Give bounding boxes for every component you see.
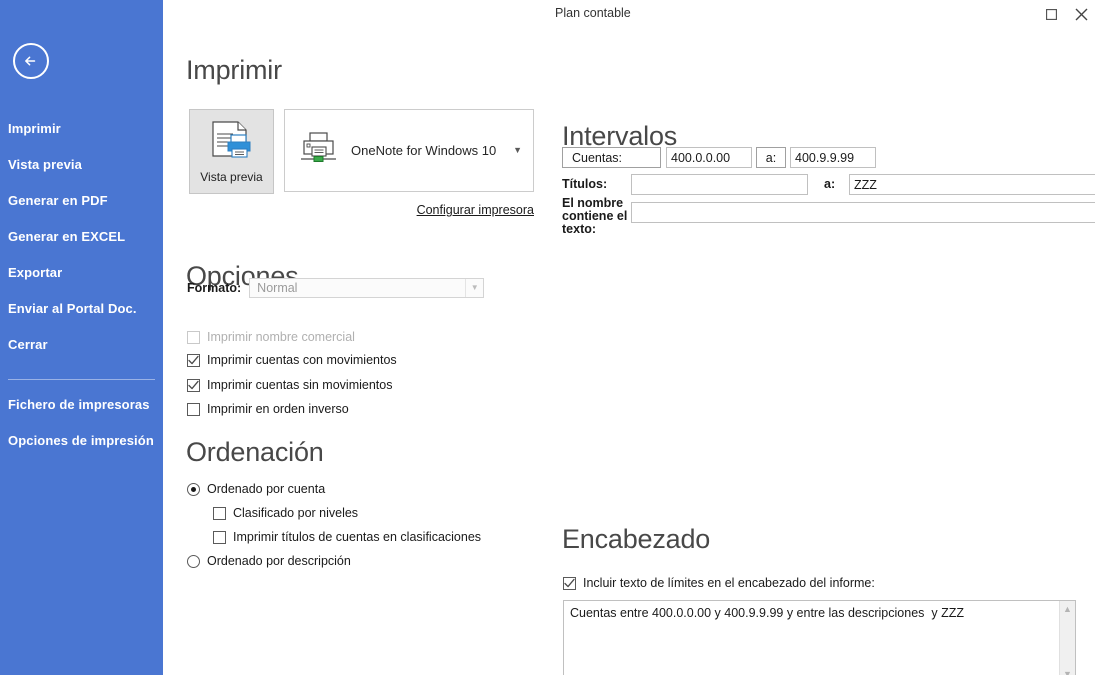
checkbox-box xyxy=(187,402,200,416)
titulos-to-input[interactable] xyxy=(849,174,1095,195)
checkbox-box xyxy=(213,506,226,520)
checkbox-label: Imprimir en orden inverso xyxy=(207,402,349,416)
checkbox-clasificado-por-niveles[interactable]: Clasificado por niveles xyxy=(213,506,358,520)
restore-icon xyxy=(1045,8,1057,20)
checkbox-label: Imprimir cuentas con movimientos xyxy=(207,353,397,367)
checkbox-imprimir-en-orden-inverso[interactable]: Imprimir en orden inverso xyxy=(187,402,349,416)
document-preview-icon xyxy=(209,120,255,165)
check-icon xyxy=(188,355,199,364)
page-title: Imprimir xyxy=(186,55,282,85)
sidebar-item-imprimir[interactable]: Imprimir xyxy=(8,121,61,137)
radio-ordenado-por-cuenta[interactable]: Ordenado por cuenta xyxy=(187,482,325,496)
checkbox-incluir-texto-limites[interactable]: Incluir texto de límites en el encabezad… xyxy=(563,576,875,590)
titulos-from-input[interactable] xyxy=(631,174,808,195)
window-title: Plan contable xyxy=(555,6,631,20)
radio-label: Ordenado por descripción xyxy=(207,554,351,568)
radio-ordenado-por-descripcion[interactable]: Ordenado por descripción xyxy=(187,554,351,568)
radio-box xyxy=(187,482,200,496)
cuentas-from-input[interactable] xyxy=(666,147,752,168)
checkbox-label: Incluir texto de límites en el encabezad… xyxy=(583,576,875,590)
printer-name-label: OneNote for Windows 10 xyxy=(351,143,497,158)
vista-previa-label: Vista previa xyxy=(200,170,263,184)
checkbox-label: Imprimir títulos de cuentas en clasifica… xyxy=(233,530,482,544)
formato-row: Formato: Normal ▼ xyxy=(187,278,485,298)
close-icon xyxy=(1075,8,1087,20)
sidebar-item-generar-excel[interactable]: Generar en EXCEL xyxy=(8,229,125,245)
ordenacion-heading: Ordenación xyxy=(186,437,324,467)
nombre-contiene-texto-label: El nombre contiene el texto: xyxy=(562,196,628,236)
sidebar-item-opciones-impresion[interactable]: Opciones de impresión xyxy=(8,433,154,449)
configurar-impresora-link[interactable]: Configurar impresora xyxy=(414,203,534,217)
formato-select[interactable]: Normal ▼ xyxy=(249,278,485,298)
titulos-label: Títulos: xyxy=(562,177,608,191)
checkbox-label: Imprimir cuentas sin movimientos xyxy=(207,378,393,392)
radio-label: Ordenado por cuenta xyxy=(207,482,326,496)
encabezado-textarea-wrapper: Cuentas entre 400.0.0.00 y 400.9.9.99 y … xyxy=(563,600,1076,675)
cuentas-to-input[interactable] xyxy=(790,147,876,168)
vista-previa-button[interactable]: Vista previa xyxy=(189,109,274,194)
formato-value: Normal xyxy=(257,281,298,295)
sidebar-item-enviar-portal-doc[interactable]: Enviar al Portal Doc. xyxy=(8,301,137,317)
checkbox-box xyxy=(187,378,200,392)
printer-icon xyxy=(301,131,337,170)
encabezado-scrollbar[interactable]: ▲ ▼ xyxy=(1059,601,1075,675)
checkbox-box xyxy=(187,330,200,344)
checkbox-imprimir-cuentas-con-movimientos[interactable]: Imprimir cuentas con movimientos xyxy=(187,353,397,367)
checkbox-imprimir-nombre-comercial: Imprimir nombre comercial xyxy=(187,330,355,344)
encabezado-heading: Encabezado xyxy=(562,524,711,554)
back-arrow-icon xyxy=(25,56,36,66)
formato-label: Formato: xyxy=(187,281,242,295)
radio-box xyxy=(187,554,200,568)
restore-window-button[interactable] xyxy=(1036,0,1066,28)
encabezado-textarea[interactable]: Cuentas entre 400.0.0.00 y 400.9.9.99 y … xyxy=(564,601,1059,675)
main-content: Imprimir Vista previa OneNote for Window… xyxy=(163,28,1095,675)
checkbox-box xyxy=(213,530,226,544)
chevron-down-icon[interactable]: ▼ xyxy=(1063,666,1072,675)
checkbox-box xyxy=(187,353,200,367)
checkbox-label: Clasificado por niveles xyxy=(233,506,359,520)
chevron-up-icon[interactable]: ▲ xyxy=(1063,601,1072,618)
nombre-contiene-texto-input[interactable] xyxy=(631,202,1095,223)
sidebar: Imprimir Vista previa Generar en PDF Gen… xyxy=(0,0,163,675)
check-icon xyxy=(188,380,199,389)
check-icon xyxy=(564,578,575,587)
cuentas-button[interactable]: Cuentas: xyxy=(562,147,661,168)
sidebar-item-exportar[interactable]: Exportar xyxy=(8,265,62,281)
chevron-down-icon: ▼ xyxy=(465,279,483,297)
titulos-a-label: a: xyxy=(824,177,836,191)
checkbox-imprimir-titulos-clasificaciones[interactable]: Imprimir títulos de cuentas en clasifica… xyxy=(213,530,481,544)
printer-select-dropdown[interactable]: OneNote for Windows 10 ▼ xyxy=(284,109,534,192)
sidebar-item-cerrar[interactable]: Cerrar xyxy=(8,337,48,353)
checkbox-imprimir-cuentas-sin-movimientos[interactable]: Imprimir cuentas sin movimientos xyxy=(187,378,392,392)
print-dialog-window: Imprimir Vista previa Generar en PDF Gen… xyxy=(0,0,1095,675)
close-window-button[interactable] xyxy=(1066,0,1095,28)
back-button[interactable] xyxy=(13,43,49,79)
sidebar-divider xyxy=(8,379,155,380)
chevron-down-icon: ▼ xyxy=(513,145,522,155)
sidebar-item-fichero-impresoras[interactable]: Fichero de impresoras xyxy=(8,397,150,413)
title-bar: Plan contable xyxy=(163,0,1095,28)
checkbox-box xyxy=(563,576,576,590)
checkbox-label: Imprimir nombre comercial xyxy=(207,330,355,344)
sidebar-item-vista-previa[interactable]: Vista previa xyxy=(8,157,82,173)
sidebar-item-generar-pdf[interactable]: Generar en PDF xyxy=(8,193,108,209)
cuentas-a-label: a: xyxy=(756,147,786,168)
